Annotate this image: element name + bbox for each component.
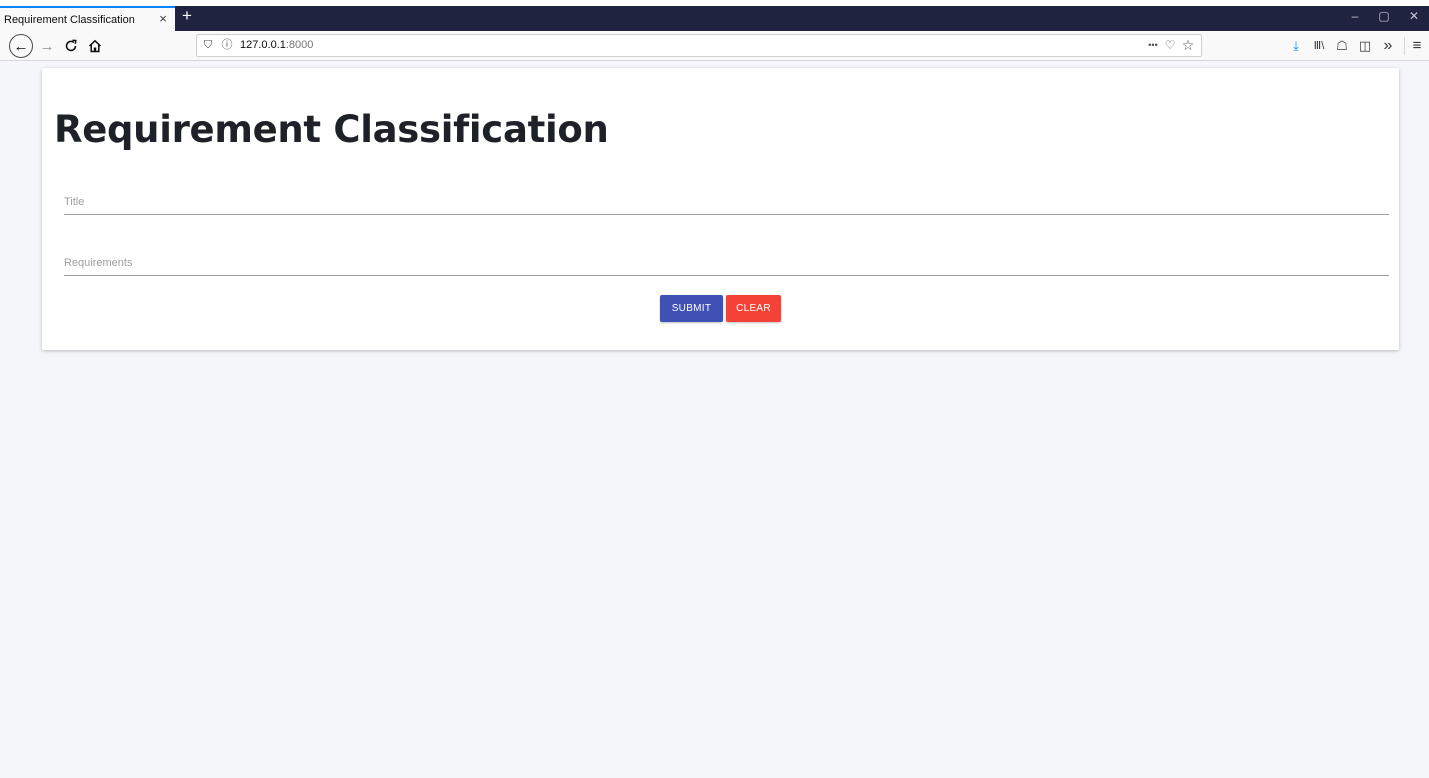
url-host: 127.0.0.1	[240, 39, 286, 51]
new-tab-icon[interactable]: +	[177, 6, 197, 28]
bookmark-star-icon[interactable]: ☆	[1178, 36, 1198, 55]
reload-icon[interactable]	[60, 31, 82, 61]
title-input[interactable]	[64, 189, 1389, 215]
submit-button[interactable]: SUBMIT	[660, 295, 723, 322]
overflow-menu-icon[interactable]: »	[1376, 33, 1400, 59]
url-port: :8000	[285, 39, 314, 51]
page-title: Requirement Classification	[54, 108, 609, 151]
window-close-icon[interactable]: ✕	[1396, 6, 1429, 28]
form-card: Requirement Classification SUBMIT CLEAR	[42, 68, 1399, 350]
reload-arrow-svg	[65, 39, 77, 52]
clear-button[interactable]: CLEAR	[726, 295, 781, 322]
tab-title: Requirement Classification	[4, 13, 135, 26]
pocket-icon[interactable]: ♡	[1160, 36, 1180, 55]
hamburger-menu-icon[interactable]: ≡	[1405, 33, 1429, 59]
library-icon[interactable]: Ⅲ\	[1307, 33, 1331, 59]
back-button[interactable]: ←	[8, 31, 34, 61]
extension-icon[interactable]: ☖	[1330, 33, 1354, 59]
sidebar-icon[interactable]: ◫	[1353, 33, 1377, 59]
download-icon[interactable]: ⤓	[1284, 33, 1308, 59]
forward-arrow-icon[interactable]: →	[36, 31, 58, 61]
back-arrow-icon: ←	[9, 34, 33, 58]
close-tab-icon[interactable]: ×	[156, 10, 170, 28]
tab-strip: Requirement Classification × + – ▢ ✕	[0, 0, 1429, 31]
home-icon[interactable]	[84, 31, 106, 61]
tracking-protection-icon[interactable]: ⛉	[201, 38, 215, 53]
url-text[interactable]: 127.0.0.1:8000	[240, 38, 313, 53]
home-house-svg	[88, 39, 102, 53]
url-bar[interactable]: ⛉ ⓘ 127.0.0.1:8000 ••• ♡ ☆	[196, 34, 1202, 57]
tab-strip-background	[175, 6, 1429, 31]
site-info-icon[interactable]: ⓘ	[220, 38, 234, 53]
requirements-input[interactable]	[64, 250, 1389, 276]
tab-active[interactable]: Requirement Classification ×	[0, 6, 175, 31]
